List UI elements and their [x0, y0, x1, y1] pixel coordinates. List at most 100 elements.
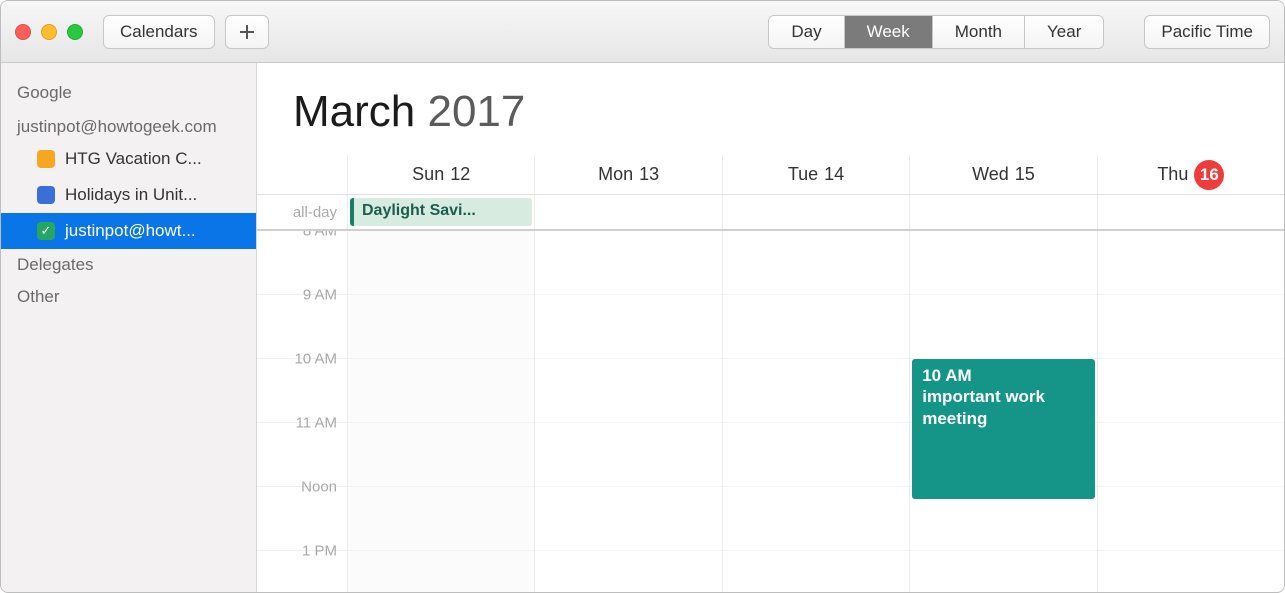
time-slot[interactable]: [723, 359, 909, 423]
sidebar-calendar-item[interactable]: ✓ justinpot@howt...: [1, 213, 256, 249]
view-week[interactable]: Week: [845, 16, 933, 48]
time-slot[interactable]: [1098, 231, 1284, 295]
calendars-sidebar: Googlejustinpot@howtogeek.com HTG Vacatio…: [1, 63, 257, 592]
sidebar-group-label[interactable]: Google: [1, 77, 256, 109]
sidebar-group-label[interactable]: Delegates: [1, 249, 256, 281]
time-slot[interactable]: [535, 359, 721, 423]
checkbox-checked-icon[interactable]: ✓: [37, 222, 55, 240]
view-segmented-control: DayWeekMonthYear: [768, 15, 1104, 49]
time-slot[interactable]: [1098, 551, 1284, 592]
day-header[interactable]: Wed 15: [909, 155, 1096, 194]
year-label: 2017: [427, 87, 525, 136]
hour-label: Noon: [257, 487, 347, 551]
hour-label: 11 AM: [257, 423, 347, 487]
time-slot[interactable]: [723, 487, 909, 551]
event-title-label: important work meeting: [922, 387, 1045, 427]
calendar-name-label: justinpot@howt...: [65, 221, 196, 241]
month-label: March: [293, 87, 415, 136]
day-column[interactable]: [347, 231, 534, 592]
time-slot[interactable]: [723, 295, 909, 359]
hour-label: 8 AM: [257, 231, 347, 295]
day-number-label: 12: [450, 164, 470, 185]
day-header-row: Sun 12 Mon 13 Tue 14 Wed 15 Thu 16: [257, 155, 1284, 195]
timezone-button[interactable]: Pacific Time: [1144, 15, 1270, 49]
all-day-cell[interactable]: [909, 195, 1096, 229]
sidebar-account-label[interactable]: justinpot@howtogeek.com: [1, 109, 256, 141]
time-slot[interactable]: [348, 295, 534, 359]
content-area: Googlejustinpot@howtogeek.com HTG Vacatio…: [1, 63, 1284, 592]
sidebar-calendar-item[interactable]: HTG Vacation C...: [1, 141, 256, 177]
traffic-lights: [15, 24, 83, 40]
day-weekday-label: Sun: [412, 164, 444, 185]
day-header[interactable]: Tue 14: [722, 155, 909, 194]
time-slot[interactable]: [1098, 359, 1284, 423]
all-day-label: all-day: [257, 195, 347, 229]
all-day-cell[interactable]: [1097, 195, 1284, 229]
day-column[interactable]: [534, 231, 721, 592]
hour-label: 1 PM: [257, 551, 347, 592]
time-slot[interactable]: [348, 359, 534, 423]
time-slot[interactable]: [910, 295, 1096, 359]
time-slot[interactable]: [535, 423, 721, 487]
hour-gutter: 8 AM9 AM10 AM11 AMNoon1 PM: [257, 231, 347, 592]
time-slot[interactable]: [723, 551, 909, 592]
day-weekday-label: Thu: [1157, 164, 1188, 185]
time-slot[interactable]: [1098, 423, 1284, 487]
calendar-window: Calendars DayWeekMonthYear Pacific Time …: [0, 0, 1285, 593]
time-slot[interactable]: [348, 231, 534, 295]
view-year[interactable]: Year: [1025, 16, 1103, 48]
titlebar-toolbar: Calendars DayWeekMonthYear Pacific Time: [1, 1, 1284, 63]
time-slot[interactable]: [1098, 487, 1284, 551]
add-event-button[interactable]: [225, 15, 269, 49]
calendar-main: March 2017 Sun 12 Mon 13 Tue 14 Wed 15 Thu 16 all…: [257, 63, 1284, 592]
day-column[interactable]: 10 AMimportant work meeting: [909, 231, 1096, 592]
day-number-label: 14: [824, 164, 844, 185]
view-day[interactable]: Day: [769, 16, 844, 48]
day-header[interactable]: Sun 12: [347, 155, 534, 194]
all-day-cell[interactable]: [534, 195, 721, 229]
close-window-button[interactable]: [15, 24, 31, 40]
time-slot[interactable]: [535, 487, 721, 551]
day-number-label: 13: [639, 164, 659, 185]
today-badge: 16: [1194, 160, 1224, 190]
time-slot[interactable]: [910, 231, 1096, 295]
day-weekday-label: Mon: [598, 164, 633, 185]
time-slot[interactable]: [535, 231, 721, 295]
all-day-cell[interactable]: [722, 195, 909, 229]
calendar-event[interactable]: 10 AMimportant work meeting: [912, 359, 1094, 499]
day-header[interactable]: Thu 16: [1097, 155, 1284, 194]
view-month[interactable]: Month: [933, 16, 1025, 48]
day-weekday-label: Wed: [972, 164, 1009, 185]
time-slot[interactable]: [1098, 295, 1284, 359]
day-weekday-label: Tue: [788, 164, 818, 185]
minimize-window-button[interactable]: [41, 24, 57, 40]
time-slot[interactable]: [348, 551, 534, 592]
month-title: March 2017: [257, 63, 1284, 155]
time-slot[interactable]: [723, 231, 909, 295]
calendar-color-swatch[interactable]: [37, 186, 55, 204]
time-slot[interactable]: [348, 487, 534, 551]
day-column[interactable]: [1097, 231, 1284, 592]
day-number-label: 15: [1015, 164, 1035, 185]
sidebar-calendar-item[interactable]: Holidays in Unit...: [1, 177, 256, 213]
zoom-window-button[interactable]: [67, 24, 83, 40]
time-slot[interactable]: [723, 423, 909, 487]
calendar-color-swatch[interactable]: [37, 150, 55, 168]
all-day-row: all-day Daylight Savi...: [257, 195, 1284, 231]
time-slot[interactable]: [535, 295, 721, 359]
time-slot[interactable]: [535, 551, 721, 592]
all-day-event[interactable]: Daylight Savi...: [350, 198, 532, 226]
day-column[interactable]: [722, 231, 909, 592]
time-slot[interactable]: [910, 551, 1096, 592]
all-day-cell[interactable]: Daylight Savi...: [347, 195, 534, 229]
time-grid[interactable]: 8 AM9 AM10 AM11 AMNoon1 PM 10 AMimportan…: [257, 231, 1284, 592]
calendar-name-label: HTG Vacation C...: [65, 149, 202, 169]
plus-icon: [239, 24, 255, 40]
time-slot[interactable]: [348, 423, 534, 487]
day-header[interactable]: Mon 13: [534, 155, 721, 194]
event-time-label: 10 AM: [922, 365, 1084, 386]
sidebar-group-label[interactable]: Other: [1, 281, 256, 313]
calendars-toggle-button[interactable]: Calendars: [103, 15, 215, 49]
calendar-name-label: Holidays in Unit...: [65, 185, 197, 205]
hour-label: 10 AM: [257, 359, 347, 423]
